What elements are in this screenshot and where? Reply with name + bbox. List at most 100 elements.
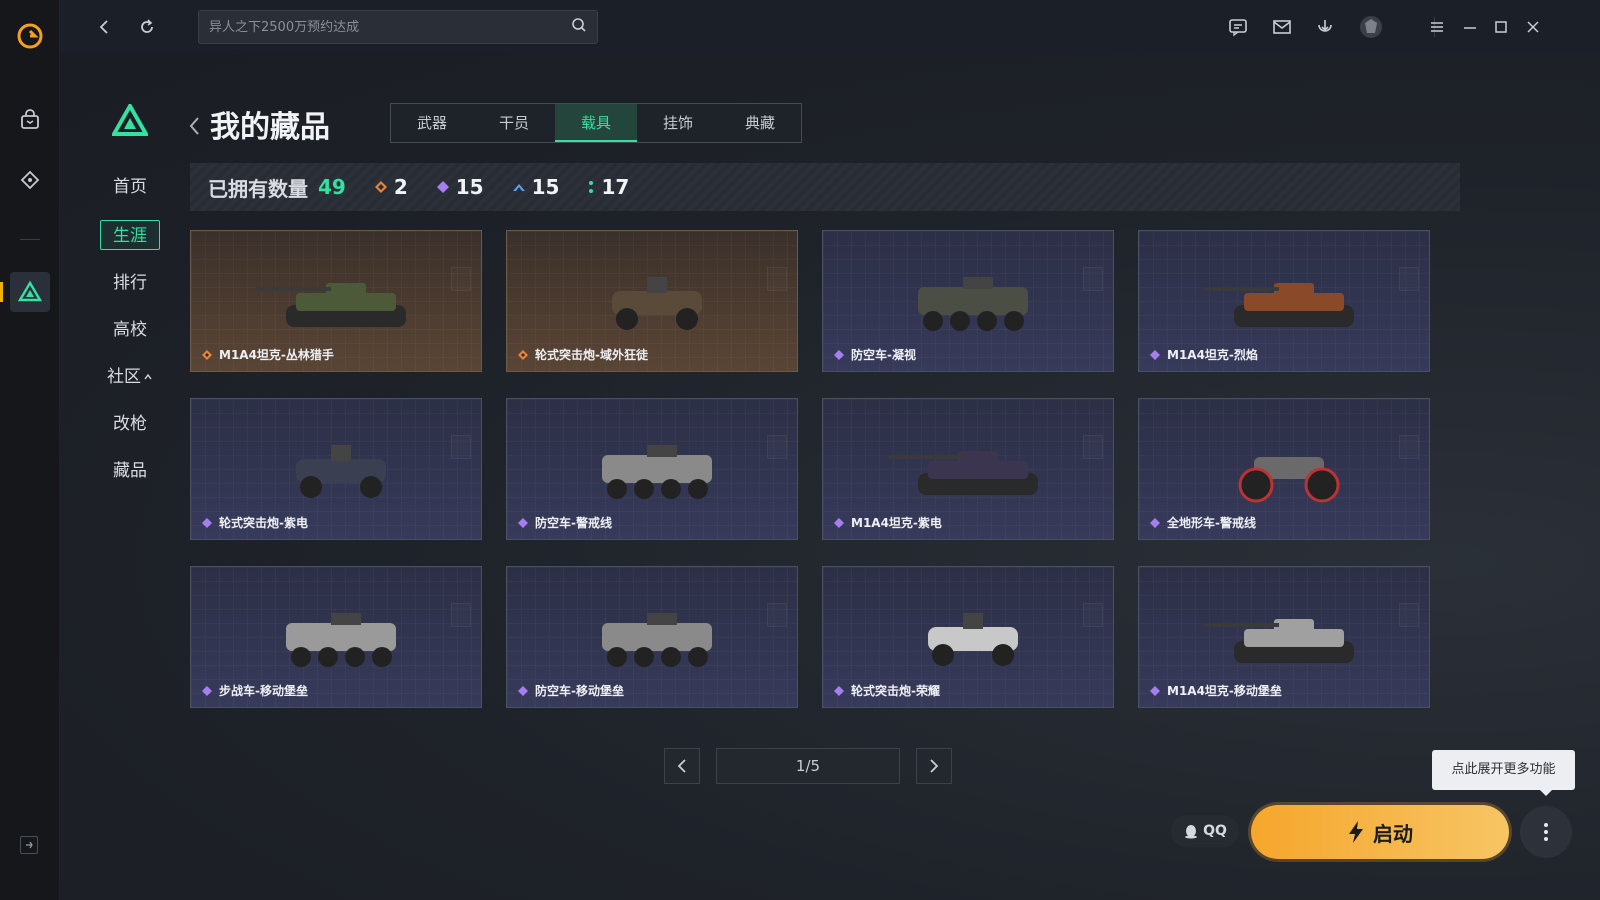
- app-logo-icon[interactable]: [10, 16, 50, 56]
- nav-gunsmith[interactable]: 改枪: [100, 409, 160, 439]
- vehicle-card[interactable]: M1A4坦克-烈焰: [1138, 230, 1430, 372]
- vehicle-grid: M1A4坦克-丛林猎手 轮式突击炮-域外狂徒 防空车-凝视 M1A4坦克-烈焰轮式突击…: [190, 230, 1450, 708]
- rarity-count: 17: [601, 175, 630, 199]
- orange-diamond-icon: [374, 180, 388, 194]
- vehicle-card-label: 轮式突击炮-域外狂徒: [517, 346, 648, 363]
- refresh-icon[interactable]: [132, 12, 162, 42]
- nav-community-label: 社区: [107, 367, 141, 387]
- vehicle-card-label: M1A4坦克-烈焰: [1149, 346, 1258, 363]
- vehicle-image: [1194, 589, 1374, 683]
- purple-diamond-icon: [517, 685, 529, 697]
- back-arrow-icon[interactable]: [90, 12, 120, 42]
- nav-college[interactable]: 高校: [100, 315, 160, 345]
- vehicle-name: 步战车-移动堡垒: [219, 684, 308, 698]
- game-tag-icon[interactable]: [10, 160, 50, 200]
- vehicle-card[interactable]: 轮式突击炮-荣耀: [822, 566, 1114, 708]
- card-decor: [1399, 435, 1419, 459]
- delta-logo-icon: [110, 101, 150, 140]
- collapse-rail-icon[interactable]: [20, 836, 38, 854]
- vehicle-name: M1A4坦克-烈焰: [1167, 348, 1258, 362]
- minimize-icon[interactable]: [1455, 12, 1485, 42]
- vehicle-card[interactable]: M1A4坦克-移动堡垒: [1138, 566, 1430, 708]
- chat-icon[interactable]: [1223, 12, 1253, 42]
- vehicle-card[interactable]: 防空车-警戒线: [506, 398, 798, 540]
- vehicle-name: 轮式突击炮-紫电: [219, 516, 308, 530]
- vehicle-image: [562, 253, 742, 347]
- user-avatar[interactable]: [1356, 12, 1386, 42]
- menu-icon[interactable]: [1422, 12, 1452, 42]
- green-dots-icon: [587, 180, 595, 194]
- vehicle-card[interactable]: 轮式突击炮-域外狂徒: [506, 230, 798, 372]
- vehicle-image: [1194, 253, 1374, 347]
- close-icon[interactable]: [1518, 12, 1548, 42]
- store-bag-icon[interactable]: [10, 100, 50, 140]
- vehicle-image: [246, 589, 426, 683]
- vehicle-name: M1A4坦克-紫电: [851, 516, 942, 530]
- card-decor: [1399, 603, 1419, 627]
- card-decor: [1399, 267, 1419, 291]
- vertical-dots-icon: [1544, 823, 1548, 841]
- tab-archive[interactable]: 典藏: [719, 104, 801, 142]
- vehicle-card-label: 步战车-移动堡垒: [201, 682, 308, 699]
- vehicle-image: [878, 253, 1058, 347]
- rarity-stat-purple: 15: [436, 175, 484, 199]
- purple-diamond-icon: [833, 349, 845, 361]
- rarity-stat-green: 17: [587, 175, 629, 199]
- purple-diamond-icon: [833, 685, 845, 697]
- vehicle-name: 轮式突击炮-荣耀: [851, 684, 940, 698]
- nav-career[interactable]: 生涯: [100, 220, 160, 250]
- more-options-button[interactable]: [1520, 806, 1572, 858]
- vehicle-card[interactable]: 轮式突击炮-紫电: [190, 398, 482, 540]
- rarity-stat-orange: 2: [374, 175, 408, 199]
- prev-page-button[interactable]: [664, 748, 700, 784]
- maximize-icon[interactable]: [1486, 12, 1516, 42]
- card-decor: [767, 603, 787, 627]
- rarity-count: 15: [531, 175, 560, 199]
- launch-label: 启动: [1373, 821, 1413, 846]
- vehicle-card[interactable]: 防空车-凝视: [822, 230, 1114, 372]
- purple-diamond-icon: [201, 517, 213, 529]
- launch-button[interactable]: 启动: [1251, 805, 1509, 859]
- vehicle-image: [246, 253, 426, 347]
- search-icon[interactable]: [571, 17, 587, 37]
- tab-charms[interactable]: 挂饰: [637, 104, 719, 142]
- next-page-button[interactable]: [916, 748, 952, 784]
- tab-weapons[interactable]: 武器: [391, 104, 473, 142]
- app-rail: [0, 0, 60, 900]
- tab-operators[interactable]: 干员: [473, 104, 555, 142]
- vehicle-card[interactable]: 步战车-移动堡垒: [190, 566, 482, 708]
- vehicle-name: 全地形车-警戒线: [1167, 516, 1256, 530]
- card-decor: [767, 435, 787, 459]
- delta-game-icon[interactable]: [0, 272, 50, 312]
- rarity-count: 15: [455, 175, 484, 199]
- vehicle-card-label: M1A4坦克-紫电: [833, 514, 942, 531]
- purple-diamond-icon: [201, 685, 213, 697]
- search-input[interactable]: [209, 19, 571, 35]
- nav-community[interactable]: 社区: [100, 362, 160, 392]
- nav-collection[interactable]: 藏品: [100, 456, 160, 486]
- vehicle-card[interactable]: 全地形车-警戒线: [1138, 398, 1430, 540]
- vehicle-card[interactable]: M1A4坦克-紫电: [822, 398, 1114, 540]
- vehicle-card[interactable]: M1A4坦克-丛林猎手: [190, 230, 482, 372]
- tab-vehicles[interactable]: 载具: [555, 104, 637, 142]
- nav-home[interactable]: 首页: [100, 172, 160, 202]
- back-chevron-icon[interactable]: [188, 116, 200, 140]
- vehicle-card-label: M1A4坦克-丛林猎手: [201, 346, 334, 363]
- vehicle-image: [878, 421, 1058, 515]
- collection-tabs: 武器 干员 载具 挂饰 典藏: [390, 103, 802, 143]
- qq-label: QQ: [1203, 823, 1227, 839]
- download-icon[interactable]: [1310, 12, 1340, 42]
- search-box: [198, 10, 598, 44]
- vehicle-image: [562, 421, 742, 515]
- qq-button[interactable]: QQ: [1171, 815, 1239, 847]
- vehicle-name: 防空车-警戒线: [535, 516, 612, 530]
- purple-diamond-icon: [1149, 517, 1161, 529]
- owned-label: 已拥有数量: [208, 176, 308, 201]
- mail-icon[interactable]: [1267, 12, 1297, 42]
- vehicle-card-label: 防空车-移动堡垒: [517, 682, 624, 699]
- vehicle-card[interactable]: 防空车-移动堡垒: [506, 566, 798, 708]
- vehicle-image: [1194, 421, 1374, 515]
- nav-ranking[interactable]: 排行: [100, 268, 160, 298]
- purple-diamond-icon: [436, 180, 450, 194]
- purple-diamond-icon: [833, 517, 845, 529]
